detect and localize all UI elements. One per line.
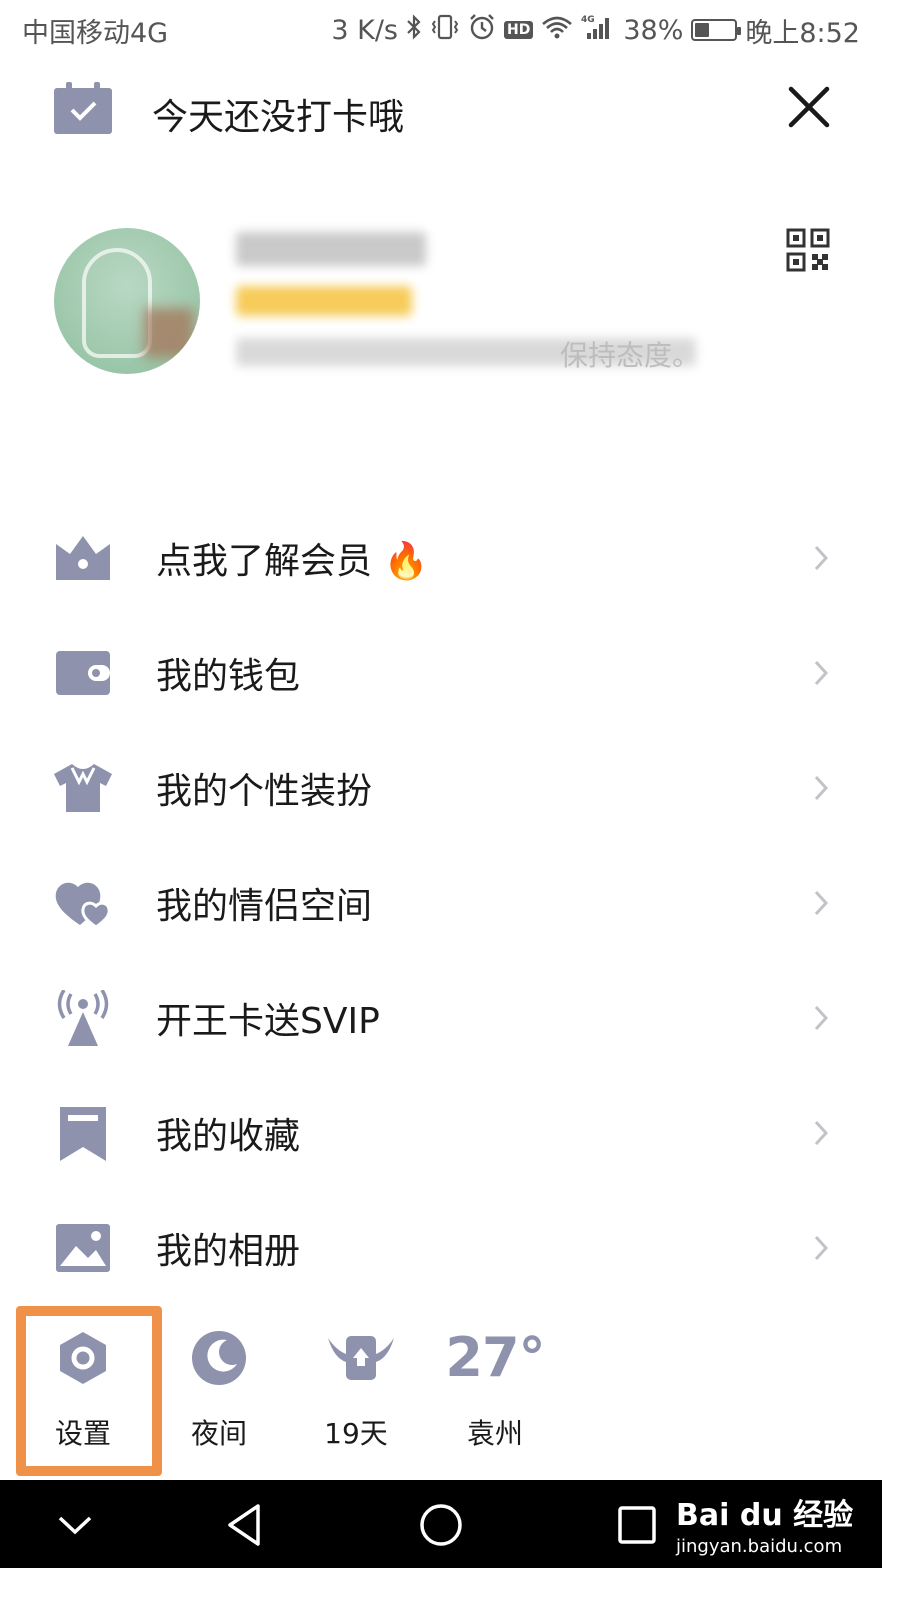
city-label: 袁州	[466, 1417, 523, 1450]
network-speed: 3 K/s	[331, 14, 398, 46]
recent-apps-square-icon[interactable]	[614, 1502, 660, 1548]
close-icon[interactable]	[786, 84, 832, 130]
tshirt-icon	[52, 760, 114, 816]
menu-item-favorites[interactable]: 我的收藏	[0, 1083, 882, 1183]
avatar-figure	[82, 248, 152, 358]
vibrate-icon	[430, 14, 460, 46]
status-indicators: 3 K/s HD 4G 38% 晚上8:52	[331, 11, 860, 50]
menu-label-couple: 我的情侣空间	[156, 886, 373, 927]
calendar-check-icon	[54, 82, 112, 134]
menu-label-king-card: 开王卡送SVIP	[156, 1001, 380, 1042]
menu-label-favorites: 我的收藏	[156, 1116, 301, 1157]
signal-icon: 4G	[581, 13, 615, 47]
carrier-label: 中国移动4G	[22, 17, 169, 49]
home-circle-icon[interactable]	[418, 1502, 464, 1548]
qr-code-icon[interactable]	[786, 228, 830, 272]
hd-badge: HD	[504, 21, 534, 39]
avatar[interactable]	[54, 228, 200, 374]
temperature: 27°	[445, 1326, 545, 1389]
battery-icon	[691, 19, 742, 41]
image-icon	[52, 1220, 114, 1276]
profile-card[interactable]: 保持态度。	[0, 200, 882, 400]
menu-item-vip[interactable]: 点我了解会员 🔥	[0, 508, 882, 608]
baidu-jingyan-watermark: Bai du 经验 jingyan.baidu.com	[676, 1490, 876, 1560]
signature-text: 保持态度。	[560, 339, 701, 372]
night-mode-label: 夜间	[190, 1417, 247, 1450]
menu-item-theme[interactable]: 我的个性装扮	[0, 738, 882, 838]
menu-label-wallet: 我的钱包	[156, 656, 301, 697]
menu-item-wallet[interactable]: 我的钱包	[0, 623, 882, 723]
double-heart-icon	[52, 875, 114, 931]
night-mode-button[interactable]: 夜间	[164, 1328, 274, 1458]
watermark-logo: Bai du 经验	[676, 1498, 854, 1533]
bottom-toolbar: 设置 夜间 19天 27° 袁州	[0, 1300, 882, 1480]
streak-days-button[interactable]: 19天	[301, 1328, 411, 1458]
back-triangle-icon[interactable]	[222, 1502, 268, 1548]
wallet-icon	[52, 645, 114, 701]
bluetooth-icon	[406, 14, 422, 46]
broadcast-tower-icon	[52, 989, 114, 1046]
settings-button[interactable]: 设置	[28, 1328, 138, 1458]
chevron-right-icon	[812, 658, 830, 688]
menu-label-vip: 点我了解会员 🔥	[156, 541, 429, 582]
menu-item-king-card[interactable]: 开王卡送SVIP	[0, 968, 882, 1068]
battery-percent: 38%	[623, 14, 684, 46]
weather-button[interactable]: 27° 袁州	[440, 1328, 550, 1458]
settings-label: 设置	[54, 1417, 111, 1450]
fire-icon: 🔥	[383, 541, 429, 582]
chevron-right-icon	[812, 1118, 830, 1148]
clock: 晚上8:52	[745, 17, 860, 49]
streak-days-label: 19天	[324, 1417, 388, 1450]
chevron-right-icon	[812, 773, 830, 803]
watermark-url: jingyan.baidu.com	[676, 1536, 843, 1557]
avatar-pixelated-area	[144, 308, 194, 358]
winged-badge-icon	[326, 1328, 394, 1388]
status-bar: 中国移动4G 3 K/s HD 4G 38% 晚上8:52	[0, 0, 882, 60]
menu-item-album[interactable]: 我的相册	[0, 1198, 882, 1298]
chevron-right-icon	[812, 1003, 830, 1033]
menu-item-couple[interactable]: 我的情侣空间	[0, 853, 882, 953]
settings-hexagon-icon	[53, 1328, 113, 1388]
chevron-down-icon[interactable]	[52, 1502, 98, 1548]
checkin-text: 今天还没打卡哦	[152, 97, 405, 138]
profile-name-redacted	[236, 232, 426, 266]
alarm-icon	[468, 13, 496, 47]
moon-icon	[189, 1328, 249, 1388]
bookmark-icon	[52, 1105, 114, 1161]
wifi-icon	[541, 14, 573, 46]
battery-fill	[695, 23, 710, 37]
menu-label-theme: 我的个性装扮	[156, 771, 373, 812]
svg-text:4G: 4G	[581, 15, 595, 25]
checkin-banner[interactable]: 今天还没打卡哦	[0, 70, 882, 150]
chevron-right-icon	[812, 1233, 830, 1263]
menu-label-album: 我的相册	[156, 1231, 301, 1272]
system-nav-bar: Bai du 经验 jingyan.baidu.com	[0, 1480, 882, 1568]
crown-icon	[52, 530, 114, 586]
chevron-right-icon	[812, 888, 830, 918]
chevron-right-icon	[812, 543, 830, 573]
vip-badges-redacted	[236, 286, 412, 316]
